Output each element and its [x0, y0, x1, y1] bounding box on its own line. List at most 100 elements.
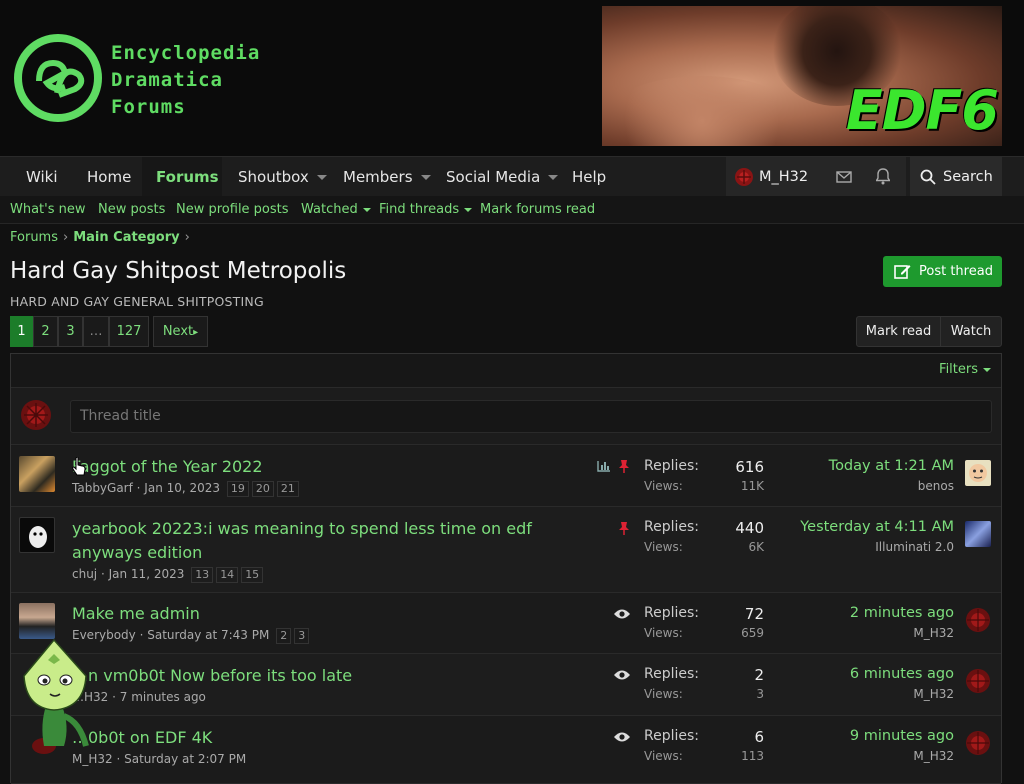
sub-nav: What's new New posts New profile posts W… — [0, 196, 1024, 224]
thread-date[interactable]: 7 minutes ago — [120, 690, 206, 704]
reply-count: 440 — [735, 519, 764, 537]
replies-label: Replies: — [644, 458, 700, 474]
last-poster-avatar[interactable] — [965, 521, 991, 547]
search-label: Search — [943, 169, 993, 185]
thread-row[interactable]: Make me admin Everybody · Saturday at 7:… — [11, 593, 1001, 654]
poll-icon — [597, 461, 610, 472]
chevron-down-icon[interactable] — [362, 207, 371, 212]
avatar[interactable] — [19, 517, 55, 553]
account-button[interactable]: M_H32 — [734, 157, 808, 197]
thread-page-link[interactable]: 2 — [276, 628, 292, 644]
watch-button[interactable]: Watch — [940, 316, 1002, 347]
last-post-time[interactable]: 6 minutes ago — [850, 666, 954, 682]
page-3[interactable]: 3 — [58, 316, 83, 347]
nav-help[interactable]: Help — [558, 157, 620, 197]
envelope-icon[interactable] — [836, 169, 852, 185]
subnav-watched[interactable]: Watched — [301, 196, 371, 224]
thread-date[interactable]: Jan 11, 2023 — [109, 567, 185, 581]
logo-text[interactable]: Encyclopedia Dramatica Forums — [111, 40, 260, 121]
subnav-new-posts[interactable]: New posts — [98, 196, 165, 224]
thread-date[interactable]: Saturday at 2:07 PM — [124, 752, 246, 766]
avatar[interactable] — [19, 603, 55, 639]
breadcrumb-main-category[interactable]: Main Category — [73, 230, 179, 245]
nav-members[interactable]: Members — [329, 157, 445, 197]
thread-page-link[interactable]: 14 — [216, 567, 239, 583]
hand-cursor-icon — [72, 457, 86, 476]
thread-page-link[interactable]: 13 — [191, 567, 214, 583]
thread-page-link[interactable]: 3 — [294, 628, 310, 644]
last-post-user[interactable]: M_H32 — [913, 749, 954, 763]
last-poster-avatar[interactable] — [965, 668, 991, 694]
nav-social-media[interactable]: Social Media — [432, 157, 572, 197]
last-post-time[interactable]: 9 minutes ago — [850, 728, 954, 744]
chevron-down-icon — [983, 367, 991, 372]
page-1[interactable]: 1 — [10, 316, 33, 347]
reply-count: 72 — [744, 605, 764, 623]
bell-icon[interactable] — [876, 168, 890, 185]
last-post-user[interactable]: M_H32 — [913, 626, 954, 640]
thread-page-link[interactable]: 15 — [241, 567, 264, 583]
search-button[interactable]: Search — [910, 157, 1002, 197]
page-2[interactable]: 2 — [33, 316, 58, 347]
thread-page-link[interactable]: 19 — [226, 481, 249, 497]
chevron-down-icon[interactable] — [464, 207, 473, 212]
last-poster-avatar[interactable] — [965, 730, 991, 756]
last-post-time[interactable]: Yesterday at 4:11 AM — [800, 519, 954, 535]
thread-author[interactable]: TabbyGarf — [72, 481, 133, 495]
page-next[interactable]: Next▸ — [153, 316, 208, 347]
filters-button[interactable]: Filters — [939, 362, 991, 377]
views-label: Views: — [644, 540, 683, 554]
thread-date[interactable]: Saturday at 7:43 PM — [147, 628, 269, 642]
last-poster-avatar[interactable] — [965, 607, 991, 633]
chevron-down-icon[interactable] — [420, 175, 431, 180]
thread-row[interactable]: Faggot of the Year 2022 TabbyGarf · Jan … — [11, 446, 1001, 507]
thread-page-link[interactable]: 21 — [276, 481, 299, 497]
nav-members-label: Members — [343, 168, 413, 186]
page-next-label: Next — [162, 324, 194, 339]
last-post-user[interactable]: benos — [918, 479, 954, 493]
thread-date[interactable]: Jan 10, 2023 — [144, 481, 220, 495]
filter-bar: Filters — [11, 354, 1001, 388]
subnav-mark-forums-read[interactable]: Mark forums read — [480, 196, 595, 224]
nav-shoutbox[interactable]: Shoutbox — [224, 157, 341, 197]
thread-row[interactable]: …0b0t on EDF 4K M_H32 · Saturday at 2:07… — [11, 716, 1001, 784]
thread-row[interactable]: yearbook 20223:i was meaning to spend le… — [11, 507, 1001, 593]
subnav-new-profile-posts[interactable]: New profile posts — [176, 196, 289, 224]
mark-read-button[interactable]: Mark read — [856, 316, 941, 347]
thread-title-input[interactable]: Thread title — [70, 400, 992, 433]
subnav-find-threads[interactable]: Find threads — [379, 196, 473, 224]
last-post-time[interactable]: 2 minutes ago — [850, 605, 954, 621]
thread-title[interactable]: yearbook 20223:i was meaning to spend le… — [72, 517, 532, 541]
thread-author[interactable]: chuj — [72, 567, 97, 581]
page-ellipsis[interactable]: … — [83, 316, 109, 347]
views-label: Views: — [644, 749, 683, 763]
last-post-user[interactable]: M_H32 — [913, 687, 954, 701]
thread-page-link[interactable]: 20 — [251, 481, 274, 497]
site-header: Encyclopedia Dramatica Forums EDF6 — [0, 0, 1024, 156]
last-poster-avatar[interactable] — [965, 460, 991, 486]
logo-icon[interactable] — [13, 33, 103, 123]
thread-row[interactable]: …n vm0b0t Now before its too late …H32 ·… — [11, 654, 1001, 716]
thread-title[interactable]: Faggot of the Year 2022 — [72, 455, 263, 479]
post-thread-button[interactable]: Post thread — [883, 256, 1002, 287]
thread-title[interactable]: Make me admin — [72, 602, 200, 626]
breadcrumb-forums[interactable]: Forums — [10, 230, 58, 245]
header-banner: EDF6 — [602, 6, 1002, 146]
chevron-down-icon[interactable] — [316, 175, 327, 180]
avatar[interactable] — [19, 456, 55, 492]
thread-list: Filters Thread title Faggot of the Year … — [10, 353, 1002, 784]
thread-meta: Everybody · Saturday at 7:43 PM 23 — [72, 628, 310, 644]
face-icon — [969, 464, 987, 482]
view-count: 3 — [756, 687, 764, 701]
last-post-user[interactable]: Illuminati 2.0 — [875, 540, 954, 554]
views-label: Views: — [644, 479, 683, 493]
thread-title[interactable]: …n vm0b0t Now before its too late — [72, 664, 352, 688]
subnav-whats-new[interactable]: What's new — [10, 196, 86, 224]
nav-forums[interactable]: Forums — [142, 157, 222, 197]
thread-title-line-2[interactable]: anyways edition — [72, 541, 202, 565]
nav-home[interactable]: Home — [73, 157, 145, 197]
last-post-time[interactable]: Today at 1:21 AM — [829, 458, 954, 474]
nav-wiki[interactable]: Wiki — [12, 157, 72, 197]
page-127[interactable]: 127 — [109, 316, 149, 347]
chevron-down-icon[interactable] — [548, 175, 559, 180]
